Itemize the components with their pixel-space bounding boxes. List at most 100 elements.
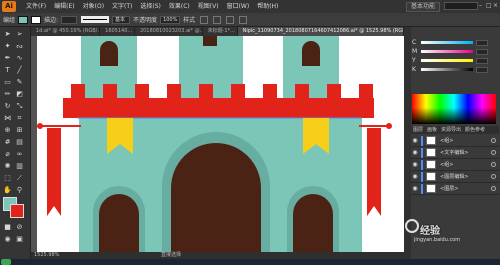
scale-tool-icon[interactable]: ⤡ [15,102,24,111]
tab-document-3[interactable]: 20180810023203.ai* @... [135,27,203,36]
menu-type[interactable]: 文字(T) [108,0,136,13]
color-mode-icon[interactable]: ■ [3,223,12,232]
tab-artboards[interactable]: 画板 [425,126,439,134]
gradient-tool-icon[interactable]: ▤ [15,138,24,147]
slice-tool-icon[interactable]: ⟋ [15,174,24,183]
visibility-eye-icon[interactable]: ◉ [411,149,419,156]
tab-document-1[interactable]: 1d.ai* @ 450.19% (RGB/... [31,27,101,36]
target-circle-icon[interactable] [491,186,496,191]
canvas-area[interactable] [31,36,404,252]
slider-track[interactable] [421,68,473,71]
magic-wand-tool-icon[interactable]: ✦ [3,42,12,51]
eyedropper-tool-icon[interactable]: ⌀ [3,150,12,159]
stroke-weight-dropdown[interactable] [61,15,78,24]
layer-row[interactable]: ◉ <文字编辑> [411,147,499,159]
pencil-tool-icon[interactable]: ✏ [3,90,12,99]
visibility-eye-icon[interactable]: ◉ [411,173,419,180]
visibility-eye-icon[interactable]: ◉ [411,137,419,144]
symbol-sprayer-tool-icon[interactable]: ✺ [3,162,12,171]
search-input[interactable] [444,2,478,10]
menu-edit[interactable]: 编辑(E) [50,0,78,13]
layer-row[interactable]: ◉ <图层编辑> [411,171,499,183]
hand-tool-icon[interactable]: ✋ [3,186,12,195]
lasso-tool-icon[interactable]: ᔓ [15,42,24,51]
castle-artwork[interactable] [37,36,404,252]
curvature-tool-icon[interactable]: ∿ [15,54,24,63]
slider-track[interactable] [421,41,473,44]
menu-bar: Ai 文件(F) 编辑(E) 对象(O) 文字(T) 选择(S) 效果(C) 视… [0,0,500,13]
width-tool-icon[interactable]: ⋈ [3,114,12,123]
visibility-eye-icon[interactable]: ◉ [411,161,419,168]
type-tool-icon[interactable]: T [3,66,12,75]
tab-document-2[interactable]: 1605140... [100,27,135,36]
menu-file[interactable]: 文件(F) [22,0,50,13]
maximize-icon[interactable]: □ [486,1,492,10]
close-icon[interactable]: × [493,1,498,10]
direct-selection-tool-icon[interactable]: ➢ [15,30,24,39]
color-spectrum[interactable] [412,94,496,124]
artboard-tool-icon[interactable]: ⬚ [3,174,12,183]
channel-value-input[interactable] [476,48,488,55]
draw-mode-icon[interactable]: ◉ [3,235,12,244]
stroke-color-box[interactable] [10,204,24,218]
perspective-grid-tool-icon[interactable]: ⊞ [15,126,24,135]
none-mode-icon[interactable]: ⊘ [15,223,24,232]
tab-asset-export[interactable]: 资源导出 [439,126,463,134]
artboard[interactable] [37,36,404,252]
color-slider-k: K [412,65,498,74]
transform-icon[interactable] [239,15,248,24]
pen-tool-icon[interactable]: ✒ [3,54,12,63]
right-flag-knob [386,123,392,129]
mesh-tool-icon[interactable]: # [3,138,12,147]
selection-tool-icon[interactable]: ➤ [3,30,12,39]
channel-value-input[interactable] [476,39,488,46]
stroke-profile-preview[interactable] [81,16,110,23]
target-circle-icon[interactable] [491,150,496,155]
shape-builder-tool-icon[interactable]: ⊕ [3,126,12,135]
graph-tool-icon[interactable]: ▥ [15,162,24,171]
screen-mode-icon[interactable]: ▣ [15,235,24,244]
menu-window[interactable]: 窗口(W) [223,0,254,13]
tab-layers[interactable]: 图层 [411,126,425,134]
start-button-icon[interactable] [1,259,11,265]
target-circle-icon[interactable] [491,174,496,179]
channel-value-input[interactable] [476,66,488,73]
layer-row[interactable]: ◉ <组> [411,159,499,171]
layer-row[interactable]: ◉ <图层> [411,183,499,195]
channel-value-input[interactable] [476,57,488,64]
fill-swatch[interactable] [18,15,29,24]
target-circle-icon[interactable] [491,138,496,143]
tab-document-4[interactable]: 未标题-1*... [203,27,238,36]
paintbrush-tool-icon[interactable]: ✎ [15,78,24,87]
recolor-icon[interactable] [213,15,222,24]
visibility-eye-icon[interactable]: ◉ [411,185,419,192]
eraser-tool-icon[interactable]: ◩ [15,90,24,99]
control-bar: 编组 描边: 基本 不透明度 100% 样式 [0,13,500,27]
minimize-icon[interactable]: – [479,1,484,10]
slider-track[interactable] [421,59,473,62]
slider-track[interactable] [421,50,473,53]
free-transform-tool-icon[interactable]: ⌗ [15,114,24,123]
tab-document-active[interactable]: Nipic_11090734_20180807164607412086.ai* … [237,27,404,36]
menu-select[interactable]: 选择(S) [136,0,165,13]
opacity-label: 不透明度 [133,17,158,24]
menu-effect[interactable]: 效果(C) [165,0,194,13]
opacity-input[interactable]: 100% [160,15,181,24]
blend-tool-icon[interactable]: ∞ [15,150,24,159]
style-swatch-icon[interactable] [200,15,209,24]
zoom-level[interactable]: 1525.98% [34,252,59,259]
stroke-profile-dropdown[interactable]: 基本 [112,15,131,24]
stroke-swatch[interactable] [31,15,42,24]
line-tool-icon[interactable]: ╱ [15,66,24,75]
menu-object[interactable]: 对象(O) [79,0,108,13]
layer-row[interactable]: ◉ <组> [411,135,499,147]
menu-view[interactable]: 视图(V) [194,0,223,13]
target-circle-icon[interactable] [491,162,496,167]
align-icon[interactable] [226,15,235,24]
tab-color-guide[interactable]: 颜色参考 [463,126,487,134]
rectangle-tool-icon[interactable]: ▭ [3,78,12,87]
zoom-tool-icon[interactable]: ⚲ [15,186,24,195]
menu-help[interactable]: 帮助(H) [253,0,282,13]
workspace-switcher[interactable]: 基本功能 [405,2,440,12]
rotate-tool-icon[interactable]: ↻ [3,102,12,111]
